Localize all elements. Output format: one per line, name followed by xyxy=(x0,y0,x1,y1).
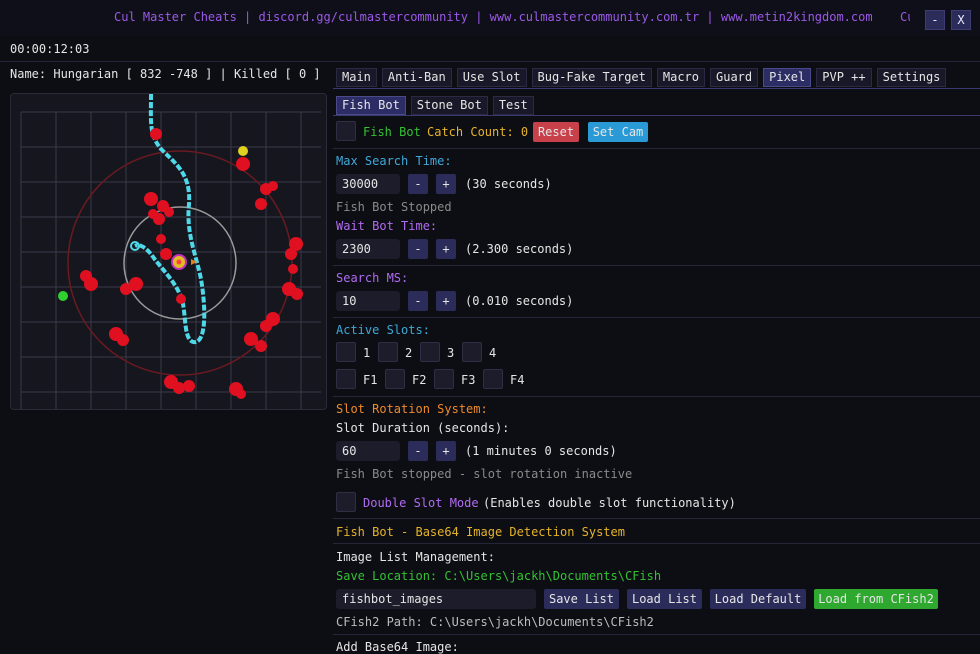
slot-2-checkbox[interactable] xyxy=(378,342,398,362)
set-cam-button[interactable]: Set Cam xyxy=(588,122,648,142)
radar-map[interactable] xyxy=(10,93,327,410)
slot-f3-label: F3 xyxy=(461,373,476,387)
tab-anti-ban[interactable]: Anti-Ban xyxy=(381,68,452,87)
tab-macro[interactable]: Macro xyxy=(656,68,705,87)
add-base64-label: Add Base64 Image: xyxy=(336,640,459,654)
slot-f4-label: F4 xyxy=(510,373,525,387)
window-title-overflow: Cu xyxy=(900,10,910,24)
tab-pixel[interactable]: Pixel xyxy=(763,68,812,87)
minimize-button[interactable]: - xyxy=(925,10,945,30)
slot-3-checkbox[interactable] xyxy=(420,342,440,362)
slot-f2-label: F2 xyxy=(412,373,427,387)
slot-f4-checkbox[interactable] xyxy=(483,369,503,389)
search-ms-plus-button[interactable]: + xyxy=(436,291,456,311)
slot-f1-checkbox[interactable] xyxy=(336,369,356,389)
wait-bot-input[interactable]: 2300 xyxy=(336,239,400,259)
main-tabs: Main Anti-Ban Use Slot Bug-Fake Target M… xyxy=(336,68,951,87)
slot-duration-label: Slot Duration (seconds): xyxy=(336,421,510,435)
double-slot-checkbox[interactable] xyxy=(336,492,356,512)
divider xyxy=(333,396,980,397)
slot-1-label: 1 xyxy=(363,346,371,360)
close-button[interactable]: X xyxy=(951,10,971,30)
double-slot-label: Double Slot Mode xyxy=(363,496,479,510)
player-info: Name: Hungarian [ 832 -748 ] | Killed [ … xyxy=(10,67,321,81)
session-timer: 00:00:12:03 xyxy=(10,42,90,56)
slot-f2-checkbox[interactable] xyxy=(385,369,405,389)
load-from-cfish2-button[interactable]: Load from CFish2 xyxy=(814,589,938,609)
npc-green-icon xyxy=(58,291,68,301)
load-list-button[interactable]: Load List xyxy=(627,589,702,609)
slot-4-checkbox[interactable] xyxy=(462,342,482,362)
window-title: Cul Master Cheats | discord.gg/culmaster… xyxy=(114,10,873,24)
slot-rotation-title: Slot Rotation System: xyxy=(336,402,488,416)
title-bar: Cul Master Cheats | discord.gg/culmaster… xyxy=(0,0,980,36)
load-default-button[interactable]: Load Default xyxy=(710,589,806,609)
divider xyxy=(333,518,980,519)
tab-main[interactable]: Main xyxy=(336,68,377,87)
rotation-status: Fish Bot stopped - slot rotation inactiv… xyxy=(336,467,633,481)
slot-duration-hint: (1 minutes 0 seconds) xyxy=(465,444,617,458)
wait-bot-label: Wait Bot Time: xyxy=(336,219,438,233)
slot-1-checkbox[interactable] xyxy=(336,342,356,362)
reset-button[interactable]: Reset xyxy=(533,122,579,142)
list-name-input[interactable]: fishbot_images xyxy=(336,589,536,609)
search-ms-input[interactable]: 10 xyxy=(336,291,400,311)
tab-bug-fake-target[interactable]: Bug-Fake Target xyxy=(531,68,652,87)
cfish2-path: CFish2 Path: C:\Users\jackh\Documents\CF… xyxy=(336,615,654,629)
slot-duration-minus-button[interactable]: - xyxy=(408,441,428,461)
slot-f3-checkbox[interactable] xyxy=(434,369,454,389)
base64-title: Fish Bot - Base64 Image Detection System xyxy=(336,525,625,539)
slot-duration-plus-button[interactable]: + xyxy=(436,441,456,461)
tab-guard[interactable]: Guard xyxy=(710,68,759,87)
radar-canvas xyxy=(20,94,321,409)
max-search-input[interactable]: 30000 xyxy=(336,174,400,194)
search-ms-label: Search MS: xyxy=(336,271,409,285)
tab-fish-bot[interactable]: Fish Bot xyxy=(336,96,406,115)
max-search-plus-button[interactable]: + xyxy=(436,174,456,194)
save-location: Save Location: C:\Users\jackh\Documents\… xyxy=(336,569,662,583)
tab-settings[interactable]: Settings xyxy=(876,68,947,87)
double-slot-hint: (Enables double slot functionality) xyxy=(483,496,736,510)
max-search-label: Max Search Time: xyxy=(336,154,452,168)
slot-duration-input[interactable]: 60 xyxy=(336,441,400,461)
image-list-label: Image List Management: xyxy=(336,550,495,564)
search-ms-minus-button[interactable]: - xyxy=(408,291,428,311)
wait-bot-plus-button[interactable]: + xyxy=(436,239,456,259)
fish-bot-label: Fish Bot xyxy=(363,125,421,139)
fish-bot-checkbox[interactable] xyxy=(336,121,356,141)
slot-3-label: 3 xyxy=(447,346,455,360)
wait-bot-hint: (2.300 seconds) xyxy=(465,242,574,256)
divider xyxy=(0,61,980,62)
wait-bot-minus-button[interactable]: - xyxy=(408,239,428,259)
slot-4-label: 4 xyxy=(489,346,497,360)
active-slots-label: Active Slots: xyxy=(336,323,430,337)
save-list-button[interactable]: Save List xyxy=(544,589,619,609)
divider xyxy=(333,634,980,635)
tab-use-slot[interactable]: Use Slot xyxy=(456,68,527,87)
npc-yellow-icon xyxy=(238,146,248,156)
catch-count: Catch Count: 0 xyxy=(427,125,529,139)
max-search-hint: (30 seconds) xyxy=(465,177,552,191)
tab-underline xyxy=(333,88,980,89)
tab-pvp[interactable]: PVP ++ xyxy=(816,68,872,87)
sub-tabs: Fish Bot Stone Bot Test xyxy=(336,96,539,115)
slot-f1-label: F1 xyxy=(363,373,378,387)
tab-stone-bot[interactable]: Stone Bot xyxy=(410,96,488,115)
divider xyxy=(333,317,980,318)
divider xyxy=(333,148,980,149)
max-search-minus-button[interactable]: - xyxy=(408,174,428,194)
divider xyxy=(333,265,980,266)
subtab-underline xyxy=(333,115,980,116)
divider xyxy=(333,543,980,544)
search-ms-hint: (0.010 seconds) xyxy=(465,294,574,308)
slot-2-label: 2 xyxy=(405,346,413,360)
tab-test[interactable]: Test xyxy=(492,96,534,115)
fish-bot-status: Fish Bot Stopped xyxy=(336,200,452,214)
